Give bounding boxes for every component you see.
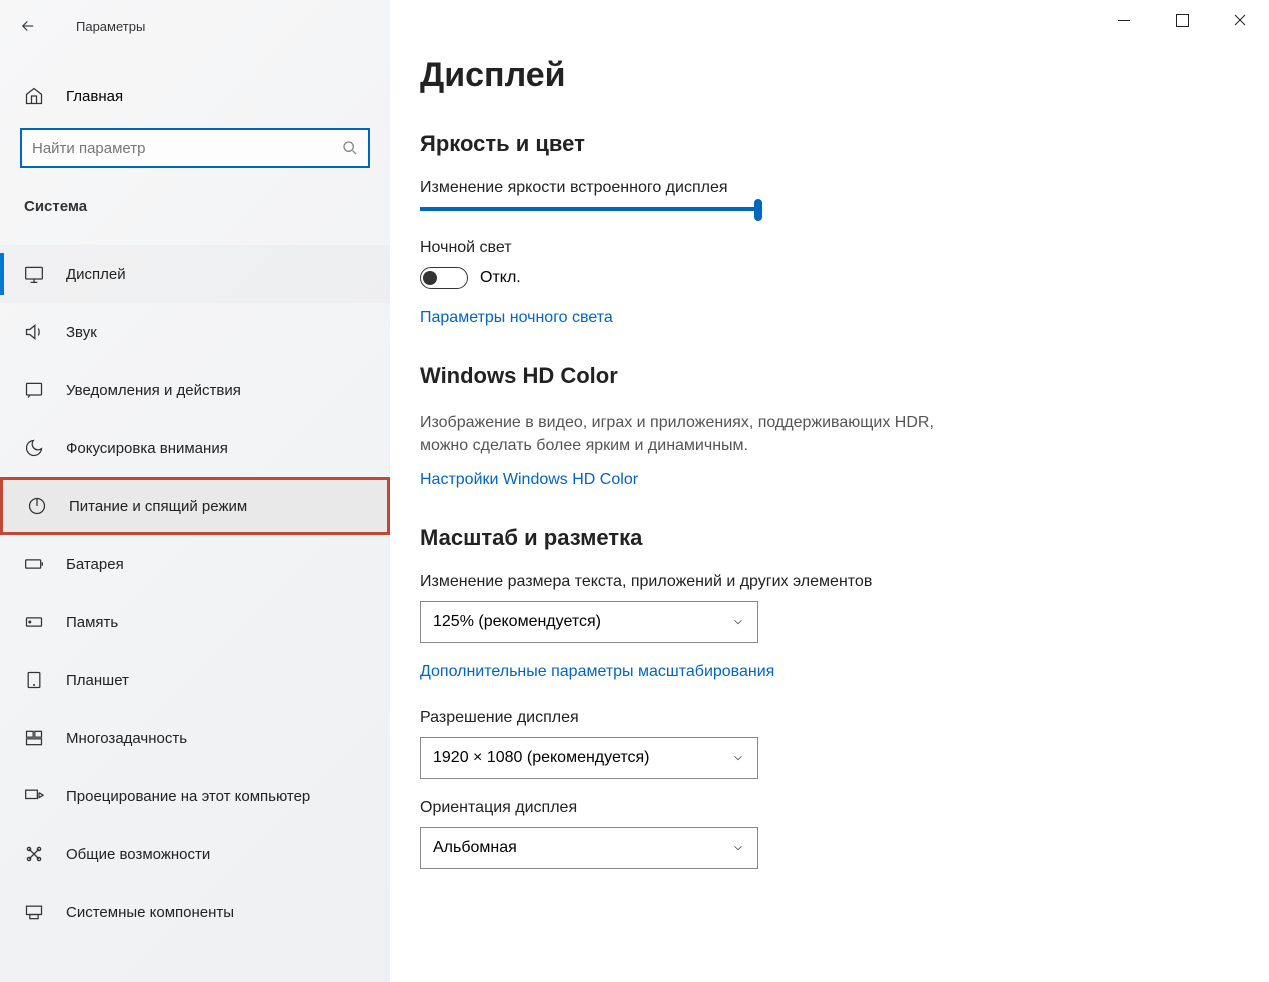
sidebar-item-multitask[interactable]: Многозадачность: [0, 709, 390, 767]
resolution-label: Разрешение дисплея: [420, 709, 1245, 727]
scale-label: Изменение размера текста, приложений и д…: [420, 573, 1245, 591]
sidebar-item-label: Планшет: [66, 672, 129, 689]
sidebar-item-label: Общие возможности: [66, 846, 210, 863]
orientation-label: Ориентация дисплея: [420, 799, 1245, 817]
minimize-button[interactable]: [1095, 0, 1153, 40]
moon-icon: [24, 438, 44, 458]
sidebar-item-label: Фокусировка внимания: [66, 440, 228, 457]
nightlight-toggle[interactable]: [420, 267, 468, 289]
sidebar-item-label: Многозадачность: [66, 730, 187, 747]
dropdown-value: 1920 × 1080 (рекомендуется): [433, 749, 649, 767]
sidebar-item-tablet[interactable]: Планшет: [0, 651, 390, 709]
project-icon: [24, 786, 44, 806]
sidebar-item-focus[interactable]: Фокусировка внимания: [0, 419, 390, 477]
brightness-label: Изменение яркости встроенного дисплея: [420, 179, 1245, 197]
orientation-dropdown[interactable]: Альбомная: [420, 827, 758, 869]
tablet-icon: [24, 670, 44, 690]
sidebar-item-display[interactable]: Дисплей: [0, 245, 390, 303]
chevron-down-icon: [731, 751, 745, 765]
home-icon: [24, 86, 44, 106]
close-button[interactable]: [1211, 0, 1269, 40]
group-brightness: Яркость и цвет Изменение яркости встроен…: [420, 131, 1245, 327]
scale-dropdown[interactable]: 125% (рекомендуется): [420, 601, 758, 643]
hdcolor-desc: Изображение в видео, играх и приложениях…: [420, 411, 940, 457]
hdcolor-settings-link[interactable]: Настройки Windows HD Color: [420, 471, 1245, 489]
toggle-state-label: Откл.: [480, 269, 521, 287]
group-heading: Масштаб и разметка: [420, 525, 1245, 551]
sidebar-item-label: Проецирование на этот компьютер: [66, 788, 310, 805]
group-heading: Яркость и цвет: [420, 131, 1245, 157]
chevron-down-icon: [731, 615, 745, 629]
sound-icon: [24, 322, 44, 342]
dropdown-value: Альбомная: [433, 839, 517, 857]
shared-icon: [24, 844, 44, 864]
battery-icon: [24, 554, 44, 574]
advanced-scaling-link[interactable]: Дополнительные параметры масштабирования: [420, 663, 1245, 681]
sidebar-item-battery[interactable]: Батарея: [0, 535, 390, 593]
dropdown-value: 125% (рекомендуется): [433, 613, 601, 631]
content: Дисплей Яркость и цвет Изменение яркости…: [390, 0, 1269, 982]
sidebar-nav: Дисплей Звук Уведомления и действия Фоку…: [0, 245, 390, 941]
window-title: Параметры: [76, 19, 145, 34]
search-input[interactable]: [32, 140, 342, 157]
resolution-dropdown[interactable]: 1920 × 1080 (рекомендуется): [420, 737, 758, 779]
toggle-knob: [423, 271, 437, 285]
components-icon: [24, 902, 44, 922]
sidebar-item-sound[interactable]: Звук: [0, 303, 390, 361]
sidebar-item-home[interactable]: Главная: [0, 72, 390, 120]
storage-icon: [24, 612, 44, 632]
sidebar-item-label: Уведомления и действия: [66, 382, 241, 399]
page-title: Дисплей: [420, 56, 1245, 95]
sidebar-item-components[interactable]: Системные компоненты: [0, 883, 390, 941]
search-icon: [342, 140, 358, 156]
slider-thumb[interactable]: [754, 199, 762, 221]
search-box[interactable]: [20, 128, 370, 168]
chevron-down-icon: [731, 841, 745, 855]
group-heading: Windows HD Color: [420, 363, 1245, 389]
display-icon: [24, 264, 44, 284]
sidebar-item-label: Звук: [66, 324, 97, 341]
sidebar-item-notifications[interactable]: Уведомления и действия: [0, 361, 390, 419]
brightness-slider[interactable]: [420, 207, 758, 211]
notifications-icon: [24, 380, 44, 400]
nightlight-settings-link[interactable]: Параметры ночного света: [420, 309, 1245, 327]
sidebar-item-storage[interactable]: Память: [0, 593, 390, 651]
group-hdcolor: Windows HD Color Изображение в видео, иг…: [420, 363, 1245, 489]
sidebar-item-label: Дисплей: [66, 266, 126, 283]
titlebar: Параметры: [0, 8, 390, 44]
sidebar-item-project[interactable]: Проецирование на этот компьютер: [0, 767, 390, 825]
sidebar-item-shared[interactable]: Общие возможности: [0, 825, 390, 883]
multitask-icon: [24, 728, 44, 748]
sidebar-item-power[interactable]: Питание и спящий режим: [0, 477, 390, 535]
sidebar-item-label: Батарея: [66, 556, 124, 573]
sidebar-section-heading: Система: [0, 168, 390, 227]
power-icon: [27, 496, 47, 516]
window-controls: [1095, 0, 1269, 40]
group-scale: Масштаб и разметка Изменение размера тек…: [420, 525, 1245, 869]
back-button[interactable]: [8, 8, 48, 44]
maximize-button[interactable]: [1153, 0, 1211, 40]
sidebar-item-label: Питание и спящий режим: [69, 498, 247, 515]
nightlight-label: Ночной свет: [420, 239, 1245, 257]
sidebar-item-label: Память: [66, 614, 118, 631]
sidebar: Параметры Главная Система Дисплей Звук У…: [0, 0, 390, 982]
home-label: Главная: [66, 88, 123, 105]
sidebar-item-label: Системные компоненты: [66, 904, 234, 921]
